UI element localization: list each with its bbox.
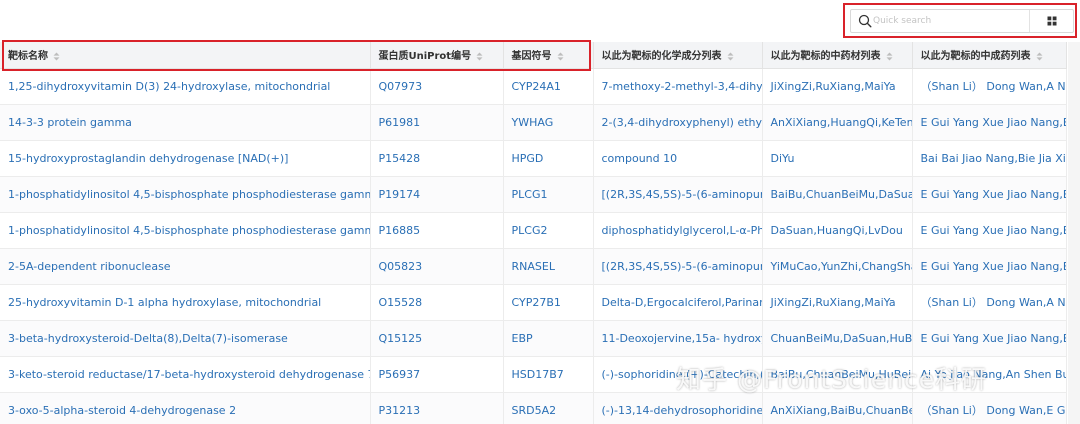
- cell-gene-symbol[interactable]: EBP: [503, 320, 594, 357]
- cell-uniprot-id[interactable]: P16885: [370, 212, 504, 249]
- vertical-scrollbar[interactable]: [1068, 42, 1080, 424]
- cell-gene-symbol[interactable]: SRD5A2: [503, 392, 594, 424]
- cell-target-name[interactable]: 3-keto-steroid reductase/17-beta-hydroxy…: [0, 356, 371, 393]
- cell-chemical-components[interactable]: 2-(3,4-dihydroxyphenyl) ethyl ac: [593, 104, 763, 141]
- cell-chemical-components[interactable]: diphosphatidylglycerol,L-α-Phos: [593, 212, 763, 249]
- cell-patent-medicine-list[interactable]: E Gui Yang Xue Jiao Nang,E G: [912, 176, 1067, 213]
- table-row[interactable]: 1,25-dihydroxyvitamin D(3) 24-hydroxylas…: [0, 68, 1067, 105]
- column-header-uniprot-id[interactable]: 蛋白质UniProt编号: [370, 42, 504, 69]
- cell-uniprot-id[interactable]: Q07973: [370, 68, 504, 105]
- cell-herb-list[interactable]: AnXiXiang,HuangQi,KeTengZ: [762, 104, 913, 141]
- sort-icon[interactable]: [886, 52, 893, 61]
- quick-search-box: [850, 9, 1074, 33]
- table-row[interactable]: 2-5A-dependent ribonuclease Q05823 RNASEL[…: [0, 248, 1067, 285]
- column-header-label: 以此为靶标的中成药列表: [920, 51, 1031, 63]
- column-header-label: 基因符号: [511, 51, 552, 63]
- cell-patent-medicine-list[interactable]: E Gui Yang Xue Jiao Nang,E G: [912, 320, 1067, 357]
- cell-patent-medicine-list[interactable]: E Gui Yang Xue Jiao Nang,E G: [912, 248, 1067, 285]
- cell-uniprot-id[interactable]: P56937: [370, 356, 504, 393]
- table-row[interactable]: 3-beta-hydroxysteroid-Delta(8),Delta(7)-…: [0, 320, 1067, 357]
- table-row[interactable]: 1-phosphatidylinositol 4,5-bisphosphate …: [0, 176, 1067, 213]
- sort-icon[interactable]: [1036, 52, 1043, 61]
- cell-uniprot-id[interactable]: O15528: [370, 284, 504, 321]
- cell-gene-symbol[interactable]: RNASEL: [503, 248, 594, 285]
- table-row[interactable]: 15-hydroxyprostaglandin dehydrogenase [N…: [0, 140, 1067, 177]
- cell-target-name[interactable]: 1-phosphatidylinositol 4,5-bisphosphate …: [0, 212, 371, 249]
- cell-target-name[interactable]: 25-hydroxyvitamin D-1 alpha hydroxylase,…: [0, 284, 371, 321]
- cell-uniprot-id[interactable]: Q15125: [370, 320, 504, 357]
- cell-herb-list[interactable]: BaiBu,ChuanBeiMu,DaSuan: [762, 176, 913, 213]
- cell-target-name[interactable]: 1,25-dihydroxyvitamin D(3) 24-hydroxylas…: [0, 68, 371, 105]
- sort-icon[interactable]: [476, 52, 483, 61]
- cell-chemical-components[interactable]: compound 10: [593, 140, 763, 177]
- cell-chemical-components[interactable]: 7-methoxy-2-methyl-3,4-dihydr: [593, 68, 763, 105]
- cell-target-name[interactable]: 2-5A-dependent ribonuclease: [0, 248, 371, 285]
- cell-herb-list[interactable]: AnXiXiang,BaiBu,ChuanBeiM: [762, 392, 913, 424]
- watermark: 知乎 @FrontScience科研: [676, 365, 988, 394]
- cell-uniprot-id[interactable]: P15428: [370, 140, 504, 177]
- cell-gene-symbol[interactable]: PLCG2: [503, 212, 594, 249]
- cell-chemical-components[interactable]: [(2R,3S,4S,5S)-5-(6-aminopurin-: [593, 248, 763, 285]
- sort-icon[interactable]: [727, 52, 734, 61]
- cell-chemical-components[interactable]: (-)-13,14-dehydrosophoridine,(-: [593, 392, 763, 424]
- column-header-gene-symbol[interactable]: 基因符号: [503, 42, 594, 69]
- sort-icon[interactable]: [53, 52, 60, 61]
- sort-icon[interactable]: [557, 52, 564, 61]
- table-row[interactable]: 3-oxo-5-alpha-steroid 4-dehydrogenase 2P…: [0, 392, 1067, 424]
- cell-gene-symbol[interactable]: PLCG1: [503, 176, 594, 213]
- cell-uniprot-id[interactable]: P61981: [370, 104, 504, 141]
- cell-gene-symbol[interactable]: YWHAG: [503, 104, 594, 141]
- table-row[interactable]: 1-phosphatidylinositol 4,5-bisphosphate …: [0, 212, 1067, 249]
- cell-gene-symbol[interactable]: HPGD: [503, 140, 594, 177]
- cell-patent-medicine-list[interactable]: （Shan Li） Dong Wan,A Na: [912, 68, 1067, 105]
- cell-herb-list[interactable]: DaSuan,HuangQi,LvDou: [762, 212, 913, 249]
- cell-gene-symbol[interactable]: CYP24A1: [503, 68, 594, 105]
- column-header-label: 以此为靶标的中药材列表: [770, 51, 881, 63]
- cell-chemical-components[interactable]: [(2R,3S,4S,5S)-5-(6-aminopurin-: [593, 176, 763, 213]
- cell-uniprot-id[interactable]: Q05823: [370, 248, 504, 285]
- cell-chemical-components[interactable]: Delta-D,Ergocalciferol,Parinaric a: [593, 284, 763, 321]
- cell-target-name[interactable]: 3-oxo-5-alpha-steroid 4-dehydrogenase 2: [0, 392, 371, 424]
- column-header-label: 靶标名称: [8, 51, 48, 63]
- column-header-label: 以此为靶标的化学成分列表: [601, 51, 722, 63]
- cell-gene-symbol[interactable]: CYP27B1: [503, 284, 594, 321]
- cell-uniprot-id[interactable]: P19174: [370, 176, 504, 213]
- search-icon: [858, 14, 872, 28]
- cell-herb-list[interactable]: DiYu: [762, 140, 913, 177]
- cell-target-name[interactable]: 3-beta-hydroxysteroid-Delta(8),Delta(7)-…: [0, 320, 371, 357]
- cell-herb-list[interactable]: YiMuCao,YunZhi,ChangShan: [762, 248, 913, 285]
- cell-target-name[interactable]: 1-phosphatidylinositol 4,5-bisphosphate …: [0, 176, 371, 213]
- toolbar: [0, 0, 1080, 42]
- cell-chemical-components[interactable]: 11-Deoxojervine,15a- hydroxysc: [593, 320, 763, 357]
- cell-patent-medicine-list[interactable]: E Gui Yang Xue Jiao Nang,E G: [912, 104, 1067, 141]
- cell-patent-medicine-list[interactable]: Bai Bai Jiao Nang,Bie Jia Xiao: [912, 140, 1067, 177]
- cell-target-name[interactable]: 15-hydroxyprostaglandin dehydrogenase [N…: [0, 140, 371, 177]
- table-row[interactable]: 14-3-3 protein gamma P61981 YWHAG 2-(3,4-di…: [0, 104, 1067, 141]
- grid-icon: [1047, 16, 1056, 26]
- cell-herb-list[interactable]: JiXingZi,RuXiang,MaiYa: [762, 68, 913, 105]
- column-header-herb-list[interactable]: 以此为靶标的中药材列表: [762, 42, 913, 69]
- column-header-chemical-components[interactable]: 以此为靶标的化学成分列表: [593, 42, 763, 69]
- cell-gene-symbol[interactable]: HSD17B7: [503, 356, 594, 393]
- column-header-target-name[interactable]: 靶标名称: [0, 42, 371, 69]
- quick-search-input[interactable]: [873, 11, 1023, 31]
- grid-view-button[interactable]: [1030, 10, 1073, 32]
- cell-patent-medicine-list[interactable]: （Shan Li） Dong Wan,E Gu: [912, 392, 1067, 424]
- column-header-label: 蛋白质UniProt编号: [378, 51, 472, 63]
- table-header-row: 靶标名称 蛋白质UniProt编号 基因符号 以此为靶标的化学成分列表 以此为靶标的中药…: [0, 42, 1067, 69]
- cell-uniprot-id[interactable]: P31213: [370, 392, 504, 424]
- cell-herb-list[interactable]: ChuanBeiMu,DaSuan,HuBeiB: [762, 320, 913, 357]
- table-row[interactable]: 25-hydroxyvitamin D-1 alpha hydroxylase,…: [0, 284, 1067, 321]
- cell-target-name[interactable]: 14-3-3 protein gamma: [0, 104, 371, 141]
- cell-patent-medicine-list[interactable]: （Shan Li） Dong Wan,A Na: [912, 284, 1067, 321]
- cell-patent-medicine-list[interactable]: E Gui Yang Xue Jiao Nang,E G: [912, 212, 1067, 249]
- cell-herb-list[interactable]: JiXingZi,RuXiang,MaiYa: [762, 284, 913, 321]
- column-header-patent-medicine-list[interactable]: 以此为靶标的中成药列表: [912, 42, 1067, 69]
